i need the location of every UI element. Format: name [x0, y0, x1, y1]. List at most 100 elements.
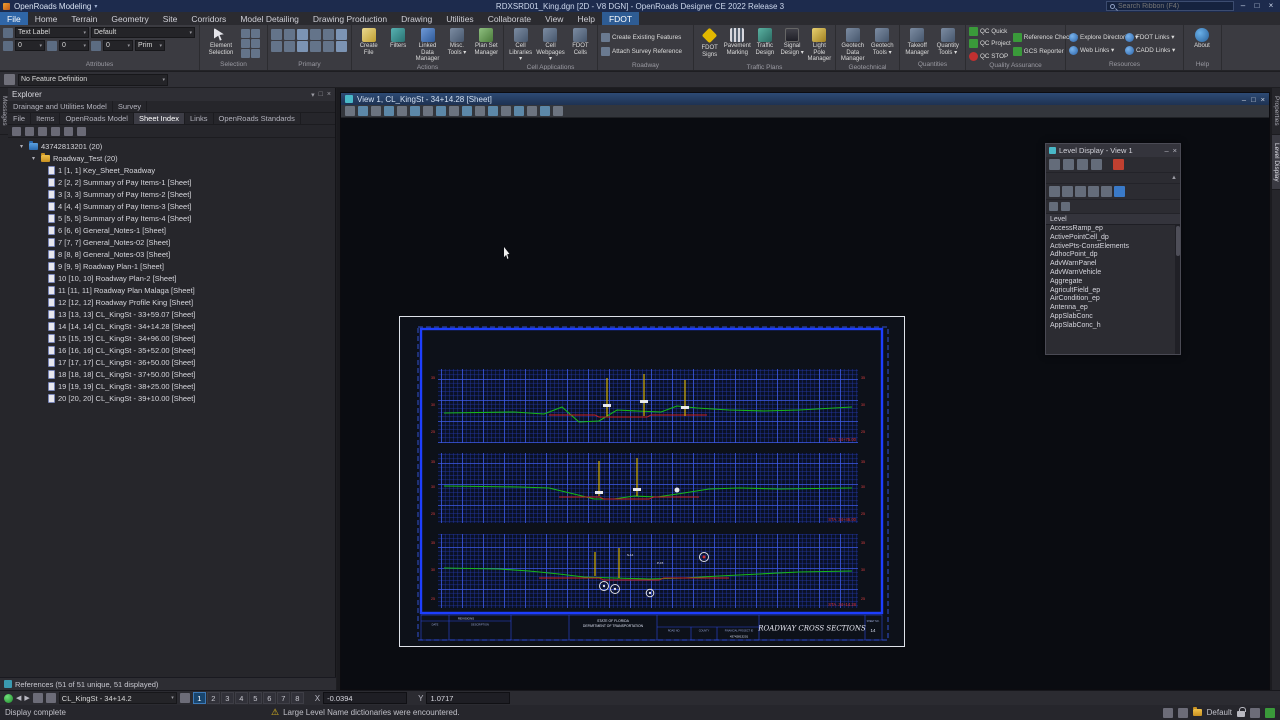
priority-combo[interactable]: Prim ▾ [135, 40, 165, 51]
ribbon-tab[interactable]: File [0, 12, 28, 25]
view-toggle-button[interactable]: 8 [290, 692, 304, 704]
level-toolbar-icon[interactable] [1113, 159, 1124, 170]
sheet-tree-item[interactable]: 13 [13, 13] CL_KingSt - 33+59.07 [Sheet] [8, 308, 335, 320]
ribbon-tab[interactable]: View [538, 12, 570, 25]
dialog-minimize-button[interactable]: – [1164, 146, 1168, 155]
view-toggle-button[interactable]: 4 [234, 692, 248, 704]
level-toolbar-icon[interactable] [1077, 159, 1088, 170]
sheet-tree-item[interactable]: 16 [16, 16] CL_KingSt - 35+52.00 [Sheet] [8, 344, 335, 356]
explorer-tool-icon[interactable] [25, 126, 34, 136]
sheet-tree-item[interactable]: 2 [2, 2] Summary of Pay Items-1 [Sheet] [8, 176, 335, 188]
quantities-button[interactable]: Takeoff Manager [903, 27, 932, 56]
view-toolbar-icon[interactable] [410, 106, 420, 116]
line-weight-icon[interactable] [47, 40, 57, 51]
primary-tool-icon[interactable] [297, 41, 308, 52]
view-toolbar-icon[interactable] [384, 106, 394, 116]
view-minimize-button[interactable]: – [1242, 95, 1246, 104]
primary-tool-icon[interactable] [336, 29, 347, 40]
ribbon-tab[interactable]: FDOT [601, 12, 640, 25]
sheet-tree-item[interactable]: 12 [12, 12] Roadway Profile King [Sheet] [8, 296, 335, 308]
level-list-item[interactable]: AdhocPoint_dp [1046, 251, 1180, 260]
chevron-down-icon[interactable]: ▾ [311, 91, 315, 99]
selection-set-icon[interactable] [1250, 707, 1260, 718]
level-tab-icon[interactable] [1114, 186, 1125, 197]
explorer-tool-icon[interactable] [77, 126, 86, 136]
explorer-tab[interactable]: Survey [113, 101, 148, 112]
view-toolbar-icon[interactable] [475, 106, 485, 116]
view-toolbar-icon[interactable] [527, 106, 537, 116]
view-toolbar-icon[interactable] [371, 106, 381, 116]
primary-tool-icon[interactable] [323, 29, 334, 40]
level-toolbar-icon[interactable] [1049, 159, 1060, 170]
view-toolbar-icon[interactable] [553, 106, 563, 116]
previous-view-icon[interactable]: ◀ [16, 694, 21, 702]
selection-tool-icon[interactable] [251, 49, 260, 58]
level-tab-icon[interactable] [1062, 186, 1073, 197]
tree-folder[interactable]: ▾ Roadway_Test (20) [8, 152, 335, 164]
sheet-tree-item[interactable]: 3 [3, 3] Summary of Pay Items-2 [Sheet] [8, 188, 335, 200]
view-toolbar-icon[interactable] [488, 106, 498, 116]
dock-tab-properties[interactable]: Properties [1272, 88, 1280, 135]
action-button[interactable]: Misc. Tools ▾ [443, 27, 470, 56]
sheet-tree-item[interactable]: 1 [1, 1] Key_Sheet_Roadway [8, 164, 335, 176]
sheet-tree-item[interactable]: 4 [4, 4] Summary of Pay Items-3 [Sheet] [8, 200, 335, 212]
maximize-button[interactable]: □ [1250, 0, 1264, 12]
caret-icon[interactable]: ▾ [20, 143, 26, 150]
primary-tool-icon[interactable] [297, 29, 308, 40]
view-close-button[interactable]: × [1261, 95, 1265, 104]
warning-icon[interactable]: ⚠ [271, 707, 279, 718]
level-tab-icon[interactable] [1088, 186, 1099, 197]
element-selection-button[interactable]: Element Selection [203, 27, 239, 56]
explorer-tab[interactable]: Sheet Index [133, 113, 186, 124]
level-view-mode-icon[interactable] [1049, 202, 1058, 211]
action-button[interactable]: Create File [355, 27, 382, 56]
ribbon-tab[interactable]: Home [28, 12, 65, 25]
ribbon-tab[interactable]: Geometry [104, 12, 155, 25]
level-tab-icon[interactable] [1075, 186, 1086, 197]
level-list-item[interactable]: ActivePointCell_dp [1046, 234, 1180, 243]
ribbon-tab[interactable]: Corridors [184, 12, 233, 25]
transparency-combo[interactable]: 0 ▾ [103, 40, 133, 51]
geotech-button[interactable]: Geotech Data Manager [839, 27, 867, 63]
explorer-tab[interactable]: OpenRoads Model [60, 113, 134, 124]
sheet-tree-item[interactable]: 6 [6, 6] General_Notes-1 [Sheet] [8, 224, 335, 236]
line-weight-combo[interactable]: 0 ▾ [59, 40, 89, 51]
ribbon-tab[interactable]: Utilities [439, 12, 480, 25]
primary-tool-icon[interactable] [284, 41, 295, 52]
cell-app-button[interactable]: Cell Webpages ▾ [536, 27, 565, 63]
view-toolbar-icon[interactable] [449, 106, 459, 116]
ribbon-tab[interactable]: Site [156, 12, 185, 25]
view-title-bar[interactable]: View 1, CL_KingSt - 34+14.28 [Sheet] – □… [341, 93, 1269, 105]
level-tab-icon[interactable] [1049, 186, 1060, 197]
dock-tab-level-display[interactable]: Level Display [1272, 134, 1280, 191]
selection-tool-icon[interactable] [251, 39, 260, 48]
action-button[interactable]: Filters [384, 27, 411, 50]
level-list-item[interactable]: AdvWarnPanel [1046, 260, 1180, 269]
ribbon-tab[interactable]: Terrain [64, 12, 104, 25]
level-display-title-bar[interactable]: Level Display - View 1 – × [1046, 144, 1180, 157]
view-toggle-button[interactable]: 7 [276, 692, 290, 704]
next-view-icon[interactable]: ▶ [24, 694, 29, 702]
explorer-tool-icon[interactable] [64, 126, 73, 136]
dialog-close-button[interactable]: × [1173, 146, 1177, 155]
references-bar[interactable]: References (51 of 51 unique, 51 displaye… [0, 677, 336, 690]
action-button[interactable]: Plan Set Manager [473, 27, 500, 56]
view-toggle-button[interactable]: 3 [220, 692, 234, 704]
explorer-tool-icon[interactable] [38, 126, 47, 136]
roadway-button[interactable]: Attach Survey Reference [601, 46, 682, 57]
y-coordinate-input[interactable] [426, 692, 511, 704]
level-list-item[interactable]: ActivePts-ConstElements [1046, 243, 1180, 252]
resource-link-button[interactable]: Explore Directories ▾ [1069, 32, 1138, 43]
cell-app-button[interactable]: FDOT Cells [567, 27, 594, 56]
view-toolbar-icon[interactable] [514, 106, 524, 116]
explorer-tab[interactable]: Drainage and Utilities Model [8, 101, 113, 112]
feature-definition-icon[interactable] [4, 74, 15, 85]
lock-icon[interactable] [1237, 707, 1246, 717]
selection-tool-icon[interactable] [241, 29, 250, 38]
sheet-tree-item[interactable]: 8 [8, 8] General_Notes-03 [Sheet] [8, 248, 335, 260]
sheet-tree-item[interactable]: 9 [9, 9] Roadway Plan-1 [Sheet] [8, 260, 335, 272]
sheet-tree-item[interactable]: 17 [17, 17] CL_KingSt - 36+50.00 [Sheet] [8, 356, 335, 368]
primary-tool-icon[interactable] [284, 29, 295, 40]
traffic-button[interactable]: FDOT Signs [697, 27, 722, 58]
qa-button[interactable]: QC STOP [969, 51, 1011, 61]
